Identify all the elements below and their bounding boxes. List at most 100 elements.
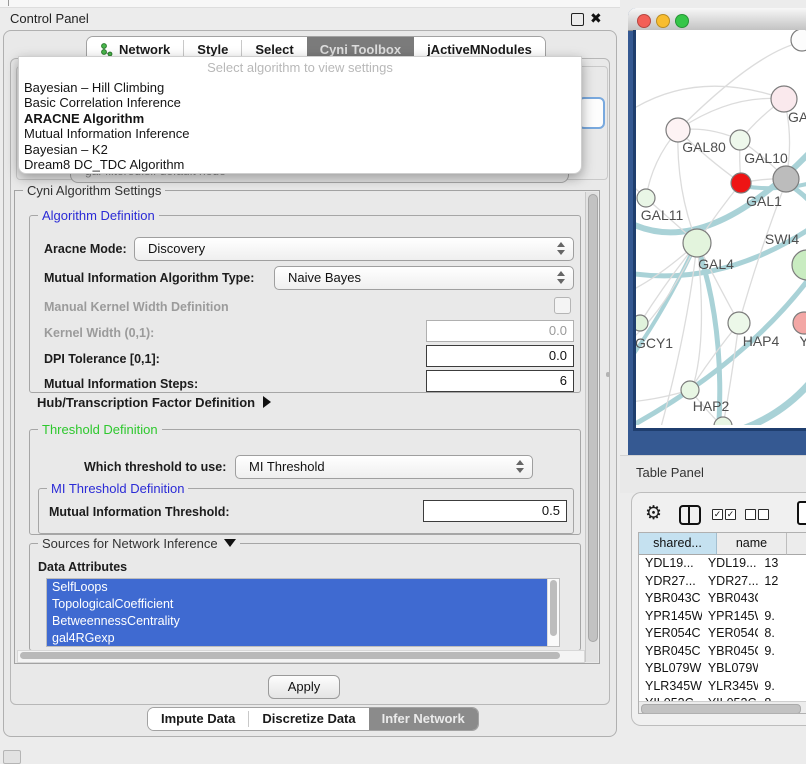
network-node-label: HAP2 <box>693 398 730 414</box>
network-node[interactable] <box>793 312 806 334</box>
column-header-partial[interactable]: A <box>787 533 806 555</box>
which-threshold-combobox[interactable]: MI Threshold <box>235 455 533 479</box>
select-all-checkboxes-icon[interactable]: ✓ <box>712 509 723 520</box>
table-horizontal-scrollbar[interactable] <box>639 701 806 714</box>
new-column-icon[interactable] <box>797 501 806 525</box>
cell: YLR345W <box>639 678 702 696</box>
data-attributes-label: Data Attributes <box>38 560 127 574</box>
algorithm-option[interactable]: Mutual Information Inference <box>24 126 576 141</box>
algorithm-option-selected[interactable]: ARACNE Algorithm <box>24 111 576 126</box>
tab-infer-network[interactable]: Infer Network <box>369 708 478 730</box>
cell: YBR045C <box>702 643 759 661</box>
close-window-icon[interactable] <box>637 14 651 28</box>
network-edge[interactable] <box>640 243 697 323</box>
aracne-mode-combobox[interactable]: Discovery <box>134 237 574 261</box>
dpi-tolerance-field[interactable]: 0.0 <box>426 345 574 367</box>
cell: YDR27... <box>702 573 759 591</box>
dpi-tolerance-label: DPI Tolerance [0,1]: <box>44 352 160 366</box>
table-row[interactable]: YBL079WYBL079W <box>639 660 806 678</box>
cell: 9. <box>758 678 806 696</box>
cell: YER054C <box>639 625 702 643</box>
tab-network-label: Network <box>119 42 170 57</box>
algorithm-option[interactable]: Dream8 DC_TDC Algorithm <box>24 157 576 172</box>
tab-discretize-data[interactable]: Discretize Data <box>249 708 368 730</box>
kernel-width-field[interactable]: 0.0 <box>426 320 574 342</box>
zoom-window-icon[interactable] <box>675 14 689 28</box>
settings-horizontal-scrollbar[interactable] <box>17 650 585 663</box>
table-horizontal-scrollbar-thumb[interactable] <box>641 704 801 714</box>
column-view-icon[interactable] <box>679 505 701 525</box>
mi-algorithm-type-combobox[interactable]: Naive Bayes <box>274 266 574 290</box>
table-row[interactable]: YBR043CYBR043C <box>639 590 806 608</box>
data-attributes-list[interactable]: SelfLoops TopologicalCoefficient Between… <box>46 578 560 647</box>
attribute-item-selected[interactable]: gal4RGexp <box>47 630 559 647</box>
network-node[interactable] <box>773 166 799 192</box>
table-row[interactable]: YDL19...YDL19...13 <box>639 555 806 573</box>
network-node[interactable] <box>730 130 750 150</box>
select-all-checkboxes-icon[interactable]: ✓ <box>725 509 736 520</box>
table-row[interactable]: YLR345WYLR345W9. <box>639 678 806 696</box>
column-header-name[interactable]: name <box>717 533 787 555</box>
mi-steps-field[interactable]: 6 <box>426 370 574 392</box>
manual-kernel-width-checkbox[interactable] <box>554 297 571 314</box>
network-edge[interactable] <box>720 378 806 425</box>
algorithm-option[interactable]: Basic Correlation Inference <box>24 95 576 110</box>
attribute-item-selected[interactable]: TopologicalCoefficient <box>47 596 559 613</box>
attribute-item-selected[interactable]: BetweennessCentrality <box>47 613 559 630</box>
close-icon[interactable]: ✖ <box>590 9 602 27</box>
chevron-down-icon[interactable] <box>224 539 236 547</box>
network-node[interactable] <box>637 189 655 207</box>
threshold-definition-group: Threshold Definition Which threshold to … <box>29 429 581 535</box>
network-node-label: GAL10 <box>744 150 788 166</box>
network-node[interactable] <box>791 30 806 51</box>
splitter-tick[interactable] <box>8 0 9 6</box>
network-node[interactable] <box>792 250 806 280</box>
attributes-scrollbar-thumb[interactable] <box>550 580 557 636</box>
cell: YLR345W <box>702 678 759 696</box>
network-node-label: GAL1 <box>746 193 782 209</box>
table-row[interactable]: YER054CYER054C8. <box>639 625 806 643</box>
network-node-label: SWI4 <box>765 231 799 247</box>
gear-icon[interactable]: ⚙ <box>645 503 662 525</box>
tab-impute-data[interactable]: Impute Data <box>148 708 248 730</box>
inference-algorithm-combobox[interactable] <box>578 97 605 129</box>
deselect-all-checkboxes-icon[interactable] <box>745 509 756 520</box>
minimize-window-icon[interactable] <box>656 14 670 28</box>
network-node[interactable] <box>683 229 711 257</box>
table-row[interactable]: YDR27...YDR27...12 <box>639 573 806 591</box>
network-node[interactable] <box>636 315 648 331</box>
algorithm-option[interactable]: Bayesian – Hill Climbing <box>24 80 576 95</box>
attributes-scrollbar[interactable] <box>547 579 559 646</box>
attribute-item-selected[interactable]: SelfLoops <box>47 579 559 596</box>
deselect-all-checkboxes-icon[interactable] <box>758 509 769 520</box>
network-window-titlebar[interactable] <box>628 8 806 31</box>
settings-vertical-scrollbar[interactable] <box>585 192 598 662</box>
cell: 9. <box>758 643 806 661</box>
mi-algorithm-type-label: Mutual Information Algorithm Type: <box>44 271 254 285</box>
network-node-label: GAL80 <box>682 139 726 155</box>
mi-threshold-field[interactable]: 0.5 <box>423 500 567 522</box>
panel-splitter-handle[interactable] <box>606 372 610 377</box>
cell: 9. <box>758 608 806 626</box>
chevron-right-icon[interactable] <box>263 396 271 408</box>
cell: YDL19... <box>639 555 702 573</box>
algorithm-option[interactable]: Bayesian – K2 <box>24 142 576 157</box>
mi-threshold-definition-title: MI Threshold Definition <box>47 481 188 496</box>
kernel-width-label: Kernel Width (0,1): <box>44 326 154 340</box>
tab-cyni-toolbox-label: Cyni Toolbox <box>320 42 401 57</box>
settings-vertical-scrollbar-thumb[interactable] <box>588 194 598 642</box>
network-node[interactable] <box>728 312 750 334</box>
table-body: YDL19...YDL19...13 YDR27...YDR27...12 YB… <box>639 555 806 713</box>
table-row[interactable]: YPR145WYPR145W9. <box>639 608 806 626</box>
table-row[interactable]: YBR045CYBR045C9. <box>639 643 806 661</box>
hub-definition-toggle[interactable]: Hub/Transcription Factor Definition <box>37 395 271 410</box>
float-panel-icon[interactable] <box>571 13 584 26</box>
column-header-shared-name[interactable]: shared... <box>639 533 717 555</box>
network-canvas[interactable]: GALGAL80GAL10GAL1GAL11GAL4SWI4GCY1HAP4YH… <box>633 30 806 431</box>
mi-threshold-label: Mutual Information Threshold: <box>49 505 230 519</box>
apply-button[interactable]: Apply <box>268 675 340 699</box>
tab-select-label: Select <box>255 42 293 57</box>
network-node[interactable] <box>681 381 699 399</box>
settings-horizontal-scrollbar-thumb[interactable] <box>20 652 560 659</box>
network-node[interactable] <box>731 173 751 193</box>
